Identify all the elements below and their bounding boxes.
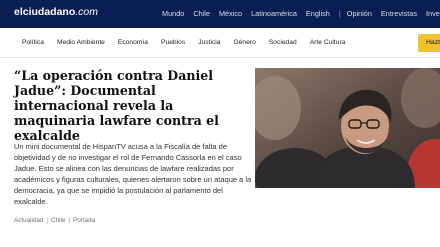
subscribe-button[interactable]: Hazte xyxy=(418,34,440,52)
top-nav-entrevistas[interactable]: Entrevistas xyxy=(381,9,417,18)
logo-domain: .com xyxy=(75,6,99,18)
logo-wordmark: elciudadano xyxy=(14,6,76,18)
top-nav-latinoamerica[interactable]: Latinoamérica xyxy=(251,9,297,18)
category-separator: | xyxy=(68,217,71,224)
top-nav-english[interactable]: English xyxy=(306,9,330,18)
top-nav-mexico[interactable]: México xyxy=(219,9,242,18)
category-separator: | xyxy=(46,217,49,224)
article-lead: Un mini documental de HispanTV acusa a l… xyxy=(14,142,252,206)
article-photo[interactable] xyxy=(255,68,440,188)
section-nav-sociedad[interactable]: Sociedad xyxy=(269,39,297,46)
top-navigation-bar: elciudadano.com Mundo Chile México Latin… xyxy=(0,0,440,28)
category-actualidad[interactable]: Actualidad xyxy=(14,217,43,224)
section-nav-arte-cultura[interactable]: Arte Cultura xyxy=(310,39,346,46)
top-nav-opinion[interactable]: Opinión xyxy=(347,9,372,18)
section-nav-genero[interactable]: Género xyxy=(234,39,256,46)
section-navigation-bar: Política Medio Ambiente Economía Pueblos… xyxy=(0,28,440,58)
category-portada[interactable]: Portada xyxy=(73,217,95,224)
section-nav-pueblos[interactable]: Pueblos xyxy=(161,39,185,46)
site-logo[interactable]: elciudadano.com xyxy=(14,6,98,18)
top-nav-separator: | xyxy=(338,9,341,18)
top-nav-investigacion[interactable]: Investigación xyxy=(426,9,440,18)
top-nav-chile[interactable]: Chile xyxy=(193,9,210,18)
top-nav-mundo[interactable]: Mundo xyxy=(162,9,184,18)
category-chile[interactable]: Chile xyxy=(51,217,65,224)
article-title[interactable]: “La operación contra Daniel Jadue”: Docu… xyxy=(14,68,238,143)
section-nav-economia[interactable]: Economía xyxy=(118,39,148,46)
portrait-illustration xyxy=(255,68,440,188)
section-nav-links: Política Medio Ambiente Economía Pueblos… xyxy=(22,39,358,46)
top-nav-links: Mundo Chile México Latinoamérica English… xyxy=(162,9,440,18)
article-categories: Actualidad | Chile | Portada xyxy=(14,217,95,224)
section-nav-politica[interactable]: Política xyxy=(22,39,44,46)
section-nav-medio-ambiente[interactable]: Medio Ambiente xyxy=(57,39,105,46)
section-nav-justicia[interactable]: Justicia xyxy=(198,39,220,46)
